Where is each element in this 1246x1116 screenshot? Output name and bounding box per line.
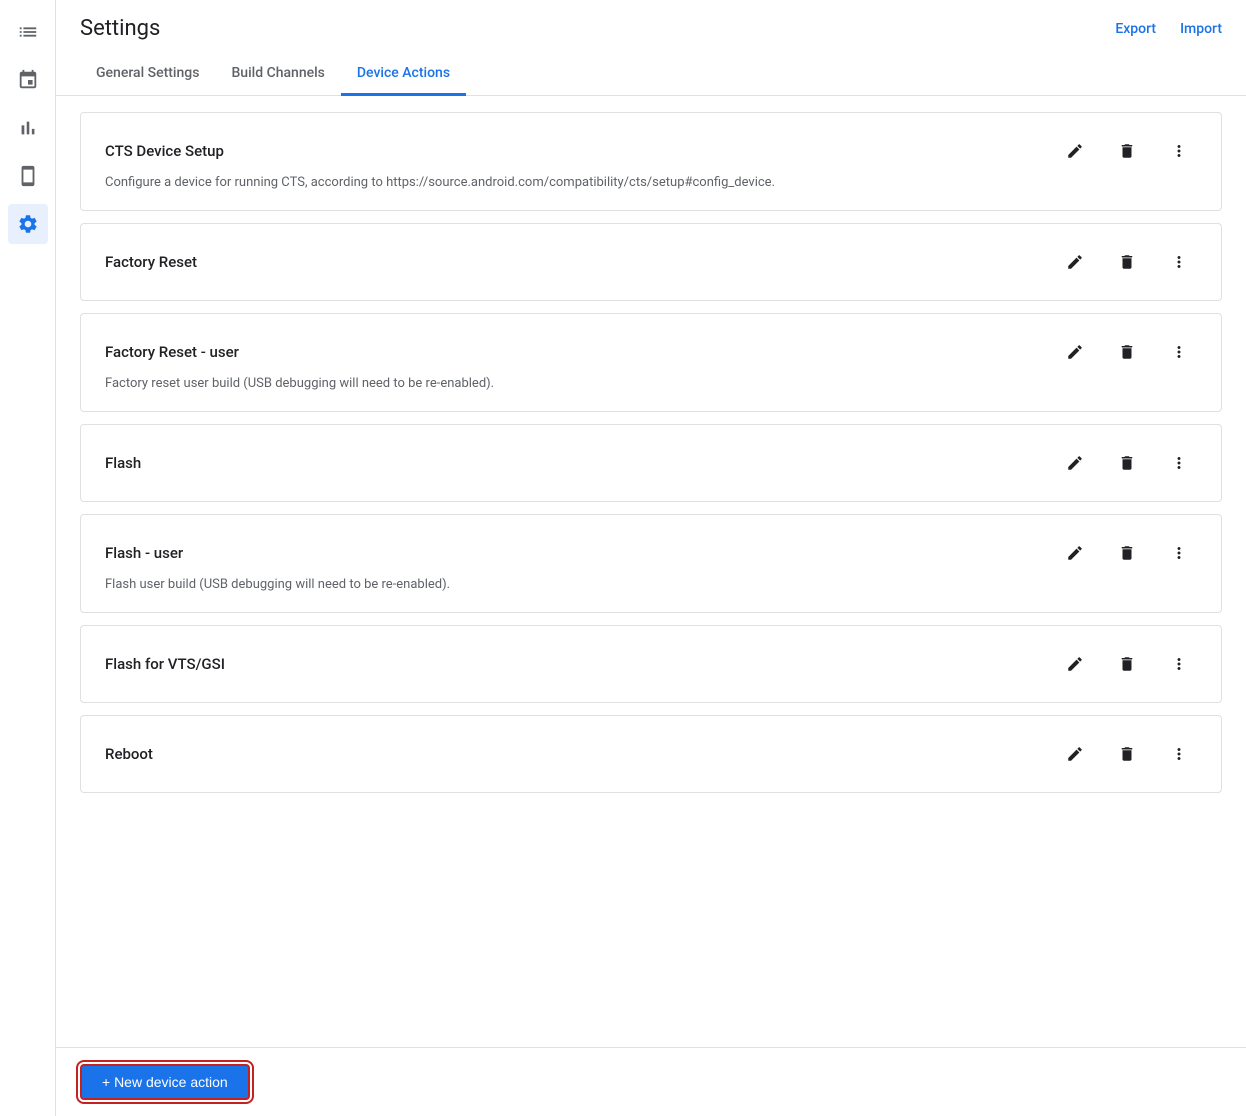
more-button[interactable] [1161,445,1197,481]
footer: + New device action [56,1047,1246,1116]
action-card-factory-reset-user: Factory Reset - user Factory reset user b… [80,313,1222,412]
page-title: Settings [80,16,160,41]
chart-icon [17,117,39,139]
delete-button[interactable] [1109,646,1145,682]
action-controls [1057,133,1197,169]
action-title: Factory Reset - user [105,343,239,361]
action-card-flash-user: Flash - user Flash user build (USB debugg… [80,514,1222,613]
action-card-header: CTS Device Setup [105,133,1197,169]
action-controls [1057,244,1197,280]
more-button[interactable] [1161,334,1197,370]
new-device-action-button[interactable]: + New device action [80,1064,250,1100]
header: Settings Export Import [56,0,1246,41]
action-card-flash: Flash [80,424,1222,502]
delete-button[interactable] [1109,445,1145,481]
more-button[interactable] [1161,133,1197,169]
edit-button[interactable] [1057,133,1093,169]
more-button[interactable] [1161,646,1197,682]
action-controls [1057,736,1197,772]
action-controls [1057,646,1197,682]
action-title: Reboot [105,745,153,763]
action-card-header: Flash for VTS/GSI [105,646,1197,682]
edit-button[interactable] [1057,445,1093,481]
settings-icon [17,213,39,235]
action-title: Factory Reset [105,253,197,271]
tab-device-actions[interactable]: Device Actions [341,53,466,96]
action-title: Flash [105,454,141,472]
action-controls [1057,535,1197,571]
calendar-icon [17,69,39,91]
sidebar-item-list[interactable] [8,12,48,52]
more-button[interactable] [1161,244,1197,280]
edit-button[interactable] [1057,736,1093,772]
action-card-header: Reboot [105,736,1197,772]
main-content: Settings Export Import General Settings … [56,0,1246,1116]
action-card-header: Flash [105,445,1197,481]
edit-button[interactable] [1057,244,1093,280]
sidebar-item-device[interactable] [8,156,48,196]
action-controls [1057,445,1197,481]
sidebar-item-chart[interactable] [8,108,48,148]
sidebar-item-settings[interactable] [8,204,48,244]
delete-button[interactable] [1109,535,1145,571]
action-description: Configure a device for running CTS, acco… [105,175,1197,190]
tab-build-channels[interactable]: Build Channels [215,53,340,96]
sidebar [0,0,56,1116]
sidebar-item-calendar[interactable] [8,60,48,100]
action-card-reboot: Reboot [80,715,1222,793]
delete-button[interactable] [1109,334,1145,370]
device-icon [17,165,39,187]
action-title: Flash - user [105,544,183,562]
action-card-factory-reset: Factory Reset [80,223,1222,301]
action-card-header: Factory Reset - user [105,334,1197,370]
action-title: CTS Device Setup [105,142,224,160]
action-card-header: Factory Reset [105,244,1197,280]
action-description: Factory reset user build (USB debugging … [105,376,1197,391]
delete-button[interactable] [1109,244,1145,280]
export-link[interactable]: Export [1115,21,1156,37]
edit-button[interactable] [1057,334,1093,370]
edit-button[interactable] [1057,646,1093,682]
list-icon [17,21,39,43]
action-controls [1057,334,1197,370]
import-link[interactable]: Import [1180,21,1222,37]
tabs-container: General Settings Build Channels Device A… [56,53,1246,96]
action-card-header: Flash - user [105,535,1197,571]
action-card-cts-device-setup: CTS Device Setup Configure a device for r… [80,112,1222,211]
tab-general-settings[interactable]: General Settings [80,53,215,96]
delete-button[interactable] [1109,736,1145,772]
content-area: CTS Device Setup Configure a device for r… [56,96,1246,1047]
action-card-flash-vts-gsi: Flash for VTS/GSI [80,625,1222,703]
edit-button[interactable] [1057,535,1093,571]
action-title: Flash for VTS/GSI [105,655,225,673]
header-actions: Export Import [1115,21,1222,37]
delete-button[interactable] [1109,133,1145,169]
more-button[interactable] [1161,736,1197,772]
action-description: Flash user build (USB debugging will nee… [105,577,1197,592]
more-button[interactable] [1161,535,1197,571]
